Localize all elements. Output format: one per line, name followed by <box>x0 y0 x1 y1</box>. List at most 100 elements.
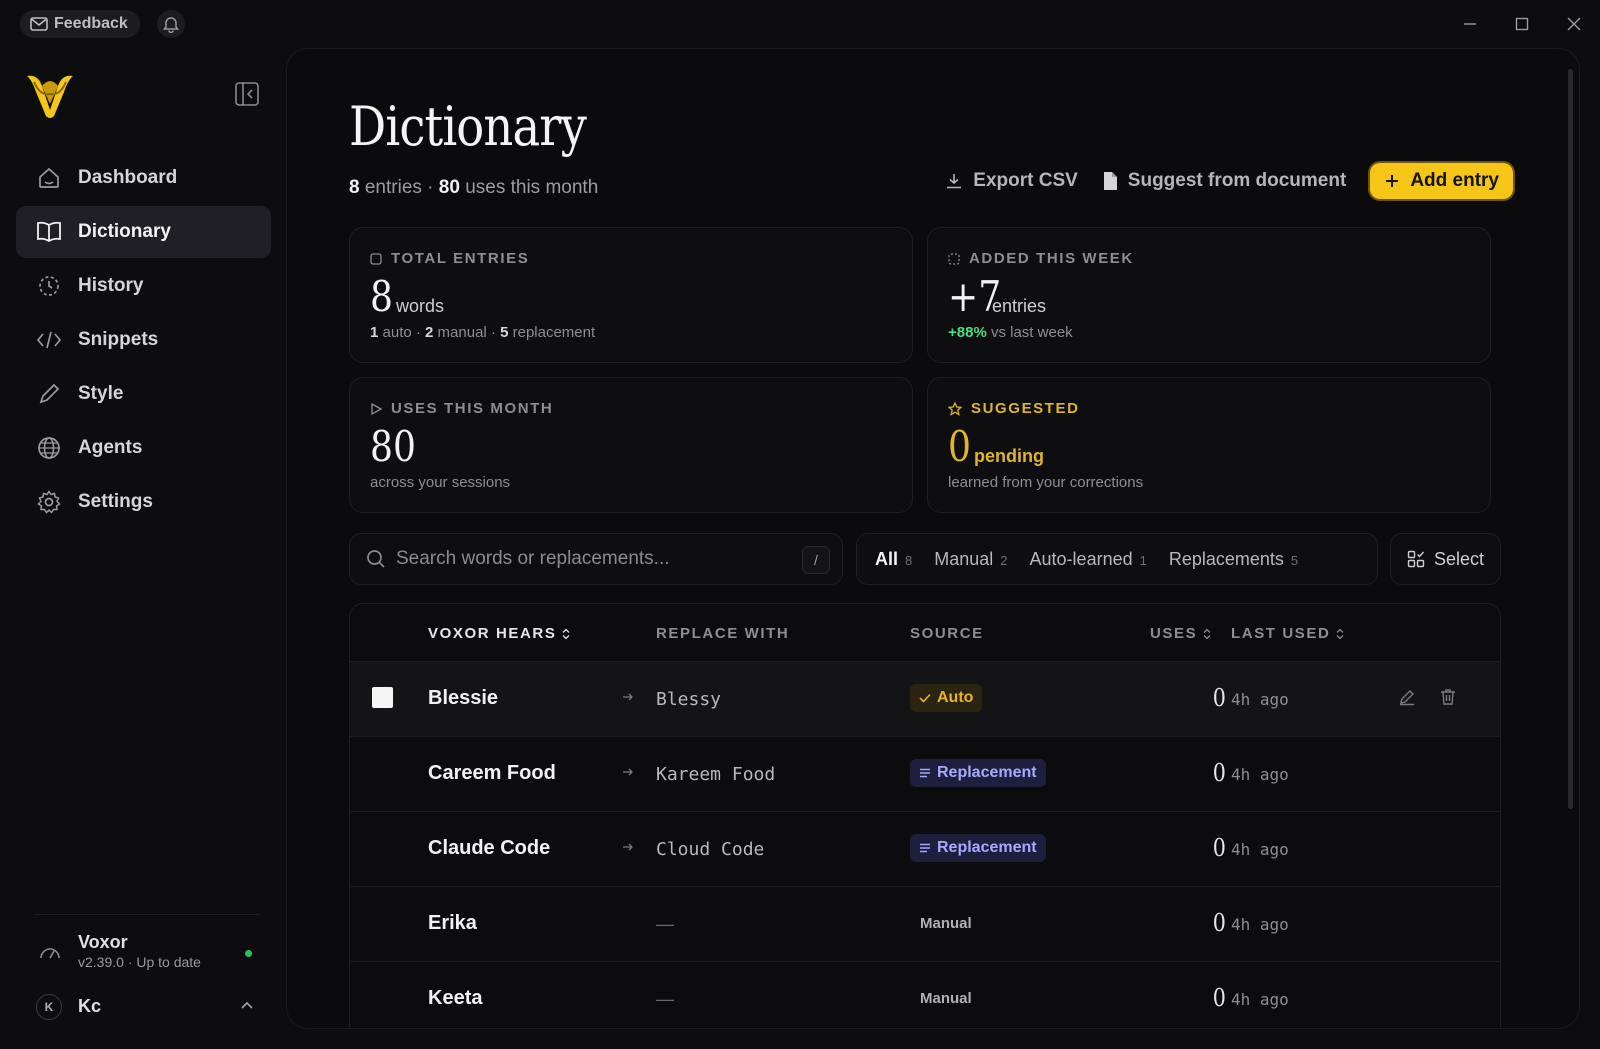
sidebar-item-history[interactable]: History <box>16 260 271 312</box>
column-uses[interactable]: USES <box>1150 625 1211 642</box>
app-version: v2.39.0 · Up to date <box>78 954 201 970</box>
tab-all[interactable]: All 8 <box>875 549 912 570</box>
tab-label: Auto-learned <box>1029 548 1133 569</box>
sidebar-item-snippets[interactable]: Snippets <box>16 314 271 366</box>
sidebar-toggle-icon <box>235 82 259 106</box>
feedback-button[interactable]: Feedback <box>20 10 140 38</box>
book-icon <box>36 219 62 245</box>
entries-text: entries · <box>359 177 439 198</box>
tab-manual[interactable]: Manual 2 <box>934 549 1007 570</box>
export-csv-label: Export CSV <box>973 170 1078 191</box>
sidebar-item-settings[interactable]: Settings <box>16 476 271 528</box>
row-last-used: 4h ago <box>1231 765 1289 784</box>
maximize-button[interactable] <box>1510 12 1534 36</box>
row-uses: 0 <box>1212 684 1226 712</box>
select-button[interactable]: Select <box>1390 533 1501 585</box>
stat-card-total-entries: TOTAL ENTRIES 8 words 1 auto · 2 manual … <box>349 227 913 363</box>
column-voxor-hears[interactable]: VOXOR HEARS <box>428 625 570 642</box>
uses-count: 80 <box>438 177 460 198</box>
sort-icon <box>1336 628 1344 640</box>
card-unit: entries <box>992 296 1047 316</box>
column-label: LAST USED <box>1231 625 1331 642</box>
title-bar: Feedback <box>0 0 1600 48</box>
replacement-text: replacement <box>508 324 596 341</box>
tab-count: 5 <box>1290 552 1299 568</box>
add-entry-button[interactable]: Add entry <box>1370 163 1513 199</box>
sidebar-item-label: Snippets <box>78 329 159 350</box>
suggest-from-document-button[interactable]: Suggest from document <box>1102 170 1346 192</box>
row-uses: 0 <box>1212 759 1226 787</box>
row-checkbox[interactable] <box>372 687 393 708</box>
sidebar-item-label: Settings <box>78 491 153 512</box>
sidebar-item-label: Dashboard <box>78 167 178 188</box>
user-menu[interactable]: K Kc <box>36 990 260 1024</box>
download-icon <box>945 172 963 190</box>
arrow-right-icon <box>622 767 634 777</box>
edit-icon[interactable] <box>1398 688 1416 706</box>
row-word: Blessie <box>428 687 499 709</box>
sidebar-item-label: Agents <box>78 437 143 458</box>
sidebar-item-label: Dictionary <box>78 221 171 242</box>
tab-label: All <box>875 548 899 569</box>
search-input[interactable] <box>396 548 776 570</box>
sidebar-item-label: Style <box>78 383 124 404</box>
tab-replacements[interactable]: Replacements 5 <box>1169 549 1298 570</box>
entries-count: 8 <box>349 177 360 198</box>
app-name: Voxor <box>78 932 128 952</box>
card-label: ADDED THIS WEEK <box>948 250 1134 267</box>
status-dot <box>245 950 252 957</box>
gear-icon <box>36 489 62 515</box>
trash-icon[interactable] <box>1440 688 1456 706</box>
table-row[interactable]: Careem Food Kareem Food Replacement 0 4h… <box>350 737 1500 812</box>
avatar: K <box>36 994 62 1020</box>
source-label: Manual <box>920 989 972 1007</box>
row-replacement: Kareem Food <box>656 764 776 785</box>
add-entry-label: Add entry <box>1410 170 1499 191</box>
close-button[interactable] <box>1562 12 1586 36</box>
version-status[interactable]: Voxor v2.39.0 · Up to date <box>36 930 260 974</box>
tab-auto-learned[interactable]: Auto-learned 1 <box>1030 549 1147 570</box>
home-icon <box>36 165 62 191</box>
card-sub: learned from your corrections <box>948 474 1144 491</box>
uses-text: uses this month <box>459 177 599 198</box>
card-unit: words <box>396 296 445 316</box>
table-row[interactable]: Erika — Manual 0 4h ago <box>350 887 1500 962</box>
auto-text: auto · <box>378 324 426 341</box>
sidebar-item-dictionary[interactable]: Dictionary <box>16 206 271 258</box>
table-row[interactable]: Claude Code Cloud Code Replacement 0 4h … <box>350 812 1500 887</box>
code-icon <box>36 327 62 353</box>
scrollbar[interactable] <box>1568 69 1573 809</box>
search-icon <box>366 549 386 569</box>
column-label: REPLACE WITH <box>656 625 790 642</box>
chevron-up-icon <box>240 1000 254 1010</box>
lines-icon <box>919 768 931 778</box>
play-icon <box>370 402 382 415</box>
tab-label: Manual <box>934 548 994 569</box>
sidebar-item-style[interactable]: Style <box>16 368 271 420</box>
stat-card-suggested[interactable]: SUGGESTED 0 pending learned from your co… <box>927 377 1491 513</box>
notifications-button[interactable] <box>157 10 185 38</box>
filter-tabs: All 8 Manual 2 Auto-learned 1 Replacements 5 <box>856 533 1378 585</box>
row-last-used: 4h ago <box>1231 690 1289 709</box>
source-label: Auto <box>937 689 974 706</box>
page-subtitle: 8 entries · 80 uses this month <box>349 177 598 199</box>
card-value: 8 <box>370 272 393 321</box>
source-label: Replacement <box>937 839 1037 856</box>
pen-icon <box>36 381 62 407</box>
card-value: 80 <box>370 422 416 471</box>
sidebar-divider <box>34 914 260 915</box>
row-replacement: Cloud Code <box>656 839 765 860</box>
row-replacement: — <box>656 989 674 1009</box>
page-actions: Export CSV Suggest from document Add ent… <box>945 163 1513 199</box>
minimize-button[interactable] <box>1458 12 1482 36</box>
card-label: SUGGESTED <box>948 400 1080 417</box>
stat-card-uses-this-month: USES THIS MONTH 80 across your sessions <box>349 377 913 513</box>
sidebar-item-agents[interactable]: Agents <box>16 422 271 474</box>
column-last-used[interactable]: LAST USED <box>1231 625 1344 642</box>
table-row[interactable]: Blessie Blessy Auto 0 4h ago <box>350 662 1500 737</box>
sidebar-item-dashboard[interactable]: Dashboard <box>16 152 271 204</box>
table-row[interactable]: Keeta — Manual 0 4h ago <box>350 962 1500 1028</box>
export-csv-button[interactable]: Export CSV <box>945 170 1078 192</box>
card-label-text: SUGGESTED <box>971 400 1080 417</box>
collapse-sidebar-button[interactable] <box>234 81 260 107</box>
